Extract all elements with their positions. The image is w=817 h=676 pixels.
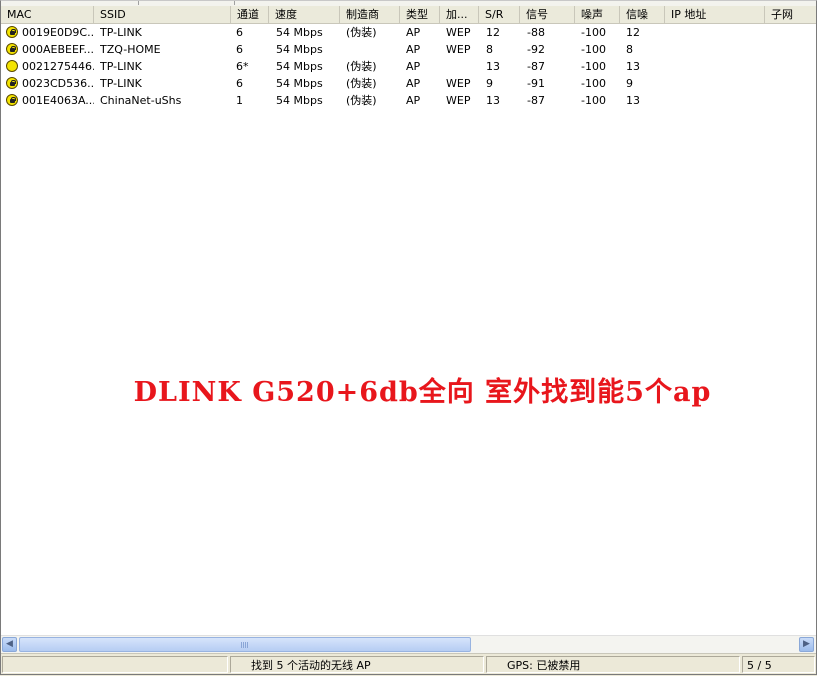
signal-cell: -87 (527, 60, 545, 73)
table-row[interactable]: 0021275446... TP-LINK 6* 54 Mbps (伪装) AP… (1, 58, 816, 75)
ap-list: 0019E0D9C... TP-LINK 6 54 Mbps (伪装) AP W… (1, 24, 816, 636)
type-cell: AP (406, 43, 421, 56)
status-panel-empty (2, 656, 228, 673)
ssid-cell: TZQ-HOME (100, 43, 161, 56)
mac-cell: 000AEBEEF... (22, 43, 94, 56)
column-header-signal[interactable]: 信号 (520, 6, 575, 23)
status-count: 5 / 5 (742, 656, 815, 673)
speed-cell: 54 Mbps (276, 60, 323, 73)
sr-cell: 8 (486, 43, 493, 56)
type-cell: AP (406, 94, 421, 107)
sr-cell: 9 (486, 77, 493, 90)
snr-cell: 13 (626, 94, 640, 107)
vendor-cell: (伪装) (346, 77, 377, 90)
column-header-subnet[interactable]: 子网 (765, 6, 816, 23)
channel-cell: 6 (236, 26, 243, 39)
speed-cell: 54 Mbps (276, 77, 323, 90)
column-header-vendor[interactable]: 制造商 (340, 6, 400, 23)
open-ap-icon (6, 60, 18, 72)
column-header-channel[interactable]: 通道 (231, 6, 269, 23)
top-strip-divider (234, 0, 235, 5)
table-row[interactable]: 0019E0D9C... TP-LINK 6 54 Mbps (伪装) AP W… (1, 24, 816, 41)
snr-cell: 8 (626, 43, 633, 56)
mac-cell: 0023CD536... (22, 77, 94, 90)
vendor-cell: (伪装) (346, 26, 377, 39)
type-cell: AP (406, 60, 421, 73)
channel-cell: 1 (236, 94, 243, 107)
scrollbar-thumb[interactable] (19, 637, 471, 652)
scroll-right-button[interactable]: ▶ (799, 637, 814, 652)
status-message: 找到 5 个活动的无线 AP (230, 656, 484, 673)
column-header-type[interactable]: 类型 (400, 6, 440, 23)
ssid-cell: TP-LINK (100, 26, 142, 39)
noise-cell: -100 (581, 94, 606, 107)
table-row[interactable]: 001E4063A... ChinaNet-uShs 1 54 Mbps (伪装… (1, 92, 816, 109)
sr-cell: 13 (486, 60, 500, 73)
encryption-cell: WEP (446, 94, 471, 107)
speed-cell: 54 Mbps (276, 94, 323, 107)
table-row[interactable]: 0023CD536... TP-LINK 6 54 Mbps (伪装) AP W… (1, 75, 816, 92)
column-header-noise[interactable]: 噪声 (575, 6, 620, 23)
snr-cell: 9 (626, 77, 633, 90)
column-header-bar: MAC SSID 通道 速度 制造商 类型 加... S/R 信号 噪声 信噪 … (1, 6, 816, 24)
top-strip-divider (138, 0, 139, 5)
encryption-cell: WEP (446, 43, 471, 56)
column-header-snr[interactable]: 信噪 (620, 6, 665, 23)
grip-icon (241, 642, 249, 648)
signal-cell: -88 (527, 26, 545, 39)
mac-cell: 0021275446... (22, 60, 94, 73)
locked-ap-icon (6, 77, 18, 89)
snr-cell: 12 (626, 26, 640, 39)
table-row[interactable]: 000AEBEEF... TZQ-HOME 6 54 Mbps AP WEP 8… (1, 41, 816, 58)
mac-cell: 001E4063A... (22, 94, 94, 107)
ssid-cell: TP-LINK (100, 77, 142, 90)
chevron-right-icon: ▶ (803, 639, 810, 649)
channel-cell: 6* (236, 60, 249, 73)
signal-cell: -91 (527, 77, 545, 90)
noise-cell: -100 (581, 60, 606, 73)
vendor-cell: (伪装) (346, 94, 377, 107)
locked-ap-icon (6, 43, 18, 55)
type-cell: AP (406, 77, 421, 90)
column-header-speed[interactable]: 速度 (269, 6, 340, 23)
speed-cell: 54 Mbps (276, 43, 323, 56)
noise-cell: -100 (581, 26, 606, 39)
channel-cell: 6 (236, 77, 243, 90)
overlay-caption: DLINK G520+6db全向 室外找到能5个ap (133, 377, 712, 408)
mac-cell: 0019E0D9C... (22, 26, 94, 39)
ssid-cell: ChinaNet-uShs (100, 94, 182, 107)
noise-cell: -100 (581, 43, 606, 56)
locked-ap-icon (6, 94, 18, 106)
signal-cell: -92 (527, 43, 545, 56)
noise-cell: -100 (581, 77, 606, 90)
encryption-cell: WEP (446, 26, 471, 39)
column-header-ip[interactable]: IP 地址 (665, 6, 765, 23)
vendor-cell: (伪装) (346, 60, 377, 73)
scroll-left-button[interactable]: ◀ (2, 637, 17, 652)
sr-cell: 13 (486, 94, 500, 107)
encryption-cell: WEP (446, 77, 471, 90)
column-header-ssid[interactable]: SSID (94, 6, 231, 23)
status-bar: 找到 5 个活动的无线 AP GPS: 已被禁用 5 / 5 (0, 653, 817, 676)
speed-cell: 54 Mbps (276, 26, 323, 39)
column-header-sr[interactable]: S/R (479, 6, 520, 23)
ssid-cell: TP-LINK (100, 60, 142, 73)
locked-ap-icon (6, 26, 18, 38)
sr-cell: 12 (486, 26, 500, 39)
vendor-cell (346, 41, 400, 58)
type-cell: AP (406, 26, 421, 39)
chevron-left-icon: ◀ (6, 639, 13, 649)
column-header-encryption[interactable]: 加... (440, 6, 479, 23)
status-gps: GPS: 已被禁用 (486, 656, 740, 673)
signal-cell: -87 (527, 94, 545, 107)
channel-cell: 6 (236, 43, 243, 56)
snr-cell: 13 (626, 60, 640, 73)
horizontal-scrollbar[interactable]: ◀ ▶ (1, 635, 816, 653)
encryption-cell (446, 58, 479, 75)
column-header-mac[interactable]: MAC (1, 6, 94, 23)
